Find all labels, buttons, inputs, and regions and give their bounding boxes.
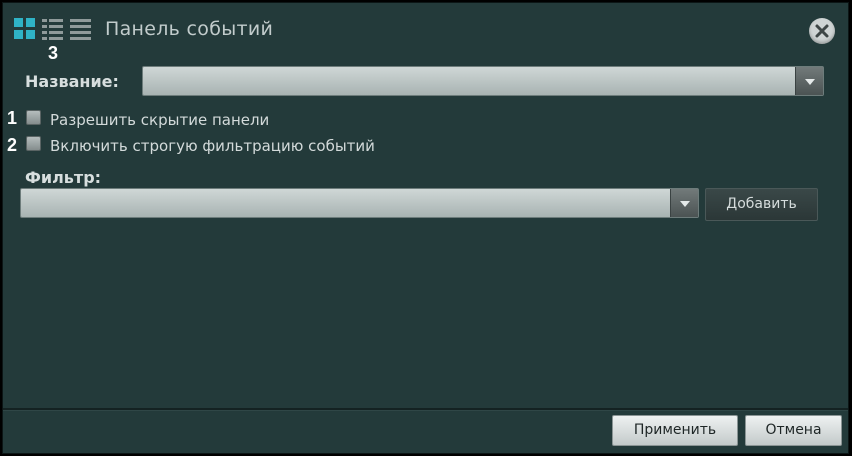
close-icon[interactable]	[809, 18, 835, 44]
filter-label: Фильтр:	[25, 168, 102, 187]
strict-filter-checkbox[interactable]	[26, 136, 41, 151]
cancel-button[interactable]: Отмена	[745, 415, 842, 446]
grid-view-icon[interactable]	[14, 18, 36, 40]
name-label: Название:	[25, 72, 119, 91]
titlebar: Панель событий	[3, 3, 848, 55]
allow-hide-label: Разрешить скрытие панели	[50, 111, 270, 129]
chevron-down-icon[interactable]	[795, 67, 823, 95]
filter-combobox[interactable]	[20, 188, 699, 218]
chevron-down-icon[interactable]	[670, 189, 698, 217]
marker-3: 3	[48, 43, 59, 63]
footer-divider	[3, 408, 848, 411]
detailed-list-view-icon[interactable]	[42, 18, 64, 40]
window-title: Панель событий	[105, 18, 274, 40]
list-view-icon[interactable]	[70, 18, 92, 40]
add-filter-button[interactable]: Добавить	[705, 188, 818, 221]
name-combobox[interactable]	[142, 66, 824, 96]
apply-button[interactable]: Применить	[612, 415, 738, 446]
strict-filter-label: Включить строгую фильтрацию событий	[50, 137, 375, 155]
marker-2: 2	[7, 135, 18, 155]
marker-1: 1	[7, 108, 18, 128]
allow-hide-checkbox[interactable]	[26, 110, 41, 125]
event-panel-dialog: Панель событий 3 1 2 Название: Разрешить…	[2, 2, 849, 454]
